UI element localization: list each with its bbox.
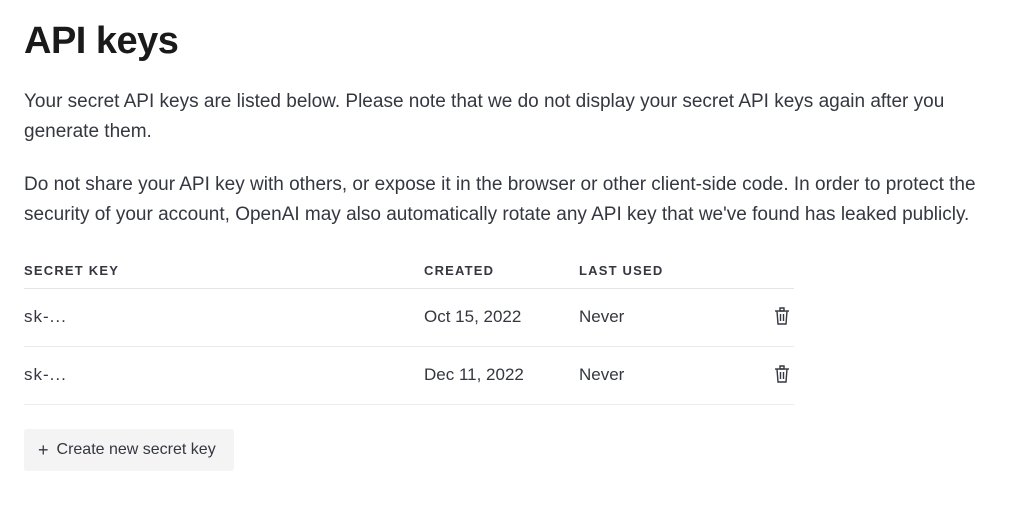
secret-key-value: sk-... — [24, 288, 424, 346]
created-value: Oct 15, 2022 — [424, 288, 579, 346]
table-row: sk-... Dec 11, 2022 Never — [24, 346, 794, 404]
secret-key-value: sk-... — [24, 346, 424, 404]
column-header-last-used: LAST USED — [579, 253, 749, 289]
table-row: sk-... Oct 15, 2022 Never — [24, 288, 794, 346]
last-used-value: Never — [579, 346, 749, 404]
api-keys-table: SECRET KEY CREATED LAST USED sk-... Oct … — [24, 253, 794, 405]
intro-paragraph-2: Do not share your API key with others, o… — [24, 170, 1000, 231]
column-header-secret-key: SECRET KEY — [24, 253, 424, 289]
delete-key-button[interactable] — [770, 361, 794, 390]
trash-icon — [774, 365, 790, 386]
created-value: Dec 11, 2022 — [424, 346, 579, 404]
trash-icon — [774, 307, 790, 328]
plus-icon: + — [38, 441, 49, 459]
last-used-value: Never — [579, 288, 749, 346]
column-header-created: CREATED — [424, 253, 579, 289]
delete-key-button[interactable] — [770, 303, 794, 332]
create-secret-key-button[interactable]: + Create new secret key — [24, 429, 234, 471]
intro-paragraph-1: Your secret API keys are listed below. P… — [24, 87, 1000, 148]
create-button-label: Create new secret key — [57, 441, 216, 459]
column-header-actions — [749, 253, 794, 289]
page-title: API keys — [24, 20, 1000, 63]
